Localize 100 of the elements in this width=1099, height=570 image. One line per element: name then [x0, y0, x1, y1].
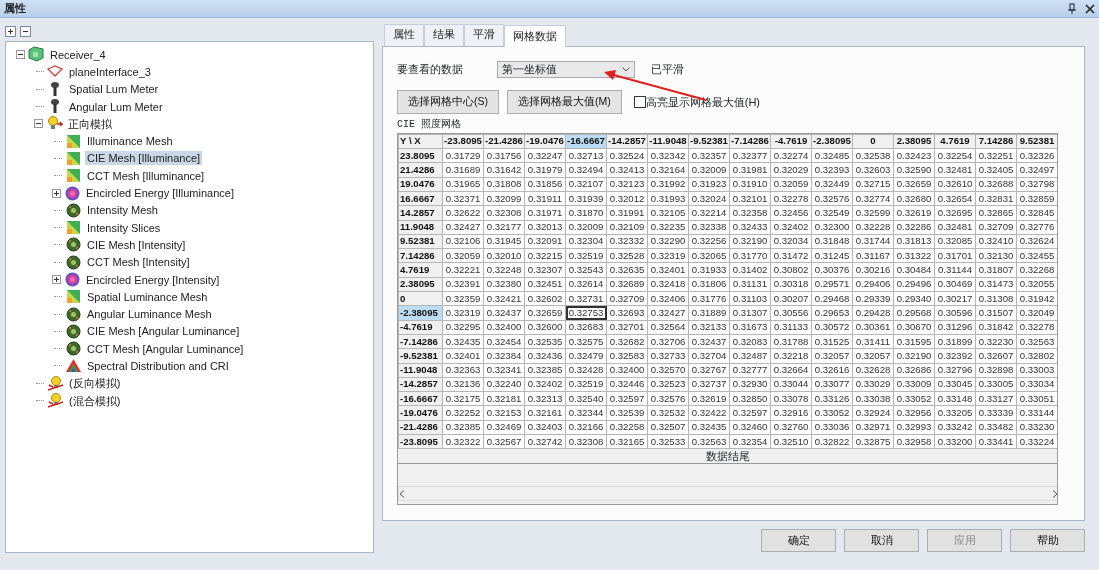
- table-cell: 0.32479: [565, 348, 607, 363]
- tree-item[interactable]: 正向模拟: [66, 116, 114, 131]
- tree-item[interactable]: Angular Luminance Mesh: [85, 307, 214, 322]
- column-header[interactable]: 7.14286: [975, 134, 1017, 149]
- table-cell: 0.32682: [606, 334, 648, 349]
- table-cell: 0.32704: [688, 348, 730, 363]
- table-cell: 0.32570: [647, 363, 689, 378]
- tree-item[interactable]: CIE Mesh [Intensity]: [85, 237, 188, 252]
- table-cell: 0.32392: [934, 348, 976, 363]
- tab[interactable]: 网格数据: [504, 25, 566, 47]
- tree-item[interactable]: (混合模拟): [67, 393, 123, 408]
- tree-item[interactable]: CIE Mesh [Illuminance]: [85, 151, 203, 166]
- table-cell: 0.32796: [934, 363, 976, 378]
- tree-item[interactable]: Illuminance Mesh: [85, 134, 175, 149]
- table-cell: 0.31939: [565, 191, 607, 206]
- table-cell: 0.32622: [442, 205, 484, 221]
- column-header[interactable]: -16.6667: [565, 134, 607, 149]
- column-header[interactable]: -19.0476: [524, 134, 566, 149]
- tab[interactable]: 属性: [384, 24, 424, 46]
- table-cell: 0.32009: [688, 162, 730, 178]
- tree-item[interactable]: CCT Mesh [Angular Luminance]: [85, 341, 246, 356]
- tree-item[interactable]: Intensity Mesh: [85, 203, 160, 218]
- tree-item[interactable]: CIE Mesh [Angular Luminance]: [85, 324, 242, 339]
- table-cell: 0.32689: [606, 277, 648, 292]
- table-cell: 0.32437: [483, 305, 525, 321]
- table-cell: 0.32010: [483, 248, 525, 263]
- table-cell: 0.32380: [483, 277, 525, 292]
- action-button[interactable]: 选择网格中心(S): [397, 89, 499, 114]
- dialog-button[interactable]: 取消: [844, 528, 919, 552]
- table-cell: 0.31870: [565, 205, 607, 221]
- dialog-button[interactable]: 确定: [761, 528, 836, 552]
- table-cell: 0.32822: [811, 434, 853, 449]
- column-header[interactable]: 4.7619: [934, 134, 976, 149]
- tree-item[interactable]: Spectral Distribution and CRI: [85, 359, 231, 373]
- table-cell: 0.32733: [647, 348, 689, 363]
- table-cell: 0.30361: [852, 320, 894, 335]
- tree-item[interactable]: Spatial Lum Meter: [67, 82, 161, 97]
- table-cell: 0.30216: [852, 262, 894, 278]
- table-cell: 0.32218: [770, 348, 812, 363]
- table-cell: 0.32533: [647, 434, 689, 449]
- table-cell: 0.32308: [483, 205, 525, 221]
- table-cell: 0.32235: [647, 220, 689, 235]
- dialog-button[interactable]: 帮助: [1010, 528, 1085, 552]
- table-cell: 0.32564: [647, 320, 689, 335]
- table-cell: 0.32635: [606, 262, 648, 278]
- column-header[interactable]: -9.52381: [688, 134, 730, 149]
- column-header[interactable]: -11.9048: [647, 134, 689, 149]
- column-header[interactable]: -14.2857: [606, 134, 648, 149]
- table-cell: 0.32400: [483, 320, 525, 335]
- tree-item[interactable]: planeInterface_3: [67, 64, 153, 79]
- tab[interactable]: 平滑: [464, 24, 504, 46]
- tree-item[interactable]: Encircled Energy [Illuminance]: [84, 186, 236, 200]
- column-header[interactable]: 2.38095: [893, 134, 935, 149]
- tree-item[interactable]: Encircled Energy [Intensity]: [84, 272, 222, 287]
- tree-item[interactable]: Angular Lum Meter: [67, 99, 165, 114]
- table-cell: 0.32563: [688, 434, 730, 449]
- table-cell: 0.32423: [893, 148, 935, 163]
- table-cell: 0.32101: [729, 191, 771, 206]
- tree-item[interactable]: Intensity Slices: [85, 220, 163, 235]
- table-cell: 0.32319: [442, 305, 484, 321]
- column-header[interactable]: -23.8095: [442, 134, 484, 149]
- tree-item[interactable]: Spatial Luminance Mesh: [85, 289, 210, 304]
- column-header: Y \ X: [398, 134, 443, 149]
- table-cell: 0.31991: [606, 205, 648, 221]
- tree-item[interactable]: CCT Mesh [Illuminance]: [85, 168, 207, 183]
- table-cell: 0.32214: [688, 205, 730, 221]
- tree-item[interactable]: CCT Mesh [Intensity]: [85, 255, 192, 270]
- table-cell: 0.32278: [770, 191, 812, 206]
- table-cell: 0.32307: [524, 262, 566, 278]
- tree-item[interactable]: Receiver_4: [48, 47, 108, 62]
- table-cell: 0.32597: [729, 405, 771, 421]
- grid-caption: CIE 照度网格: [397, 117, 462, 132]
- table-cell: 0.32865: [975, 205, 1017, 221]
- table-cell: 0.33044: [770, 377, 812, 392]
- table-cell: 0.32384: [483, 348, 525, 363]
- action-button[interactable]: 选择网格最大值(M): [507, 89, 622, 114]
- column-header[interactable]: -21.4286: [483, 134, 525, 149]
- table-cell: 0.33052: [893, 391, 935, 406]
- table-cell: 0.30207: [770, 291, 812, 306]
- column-header[interactable]: -2.38095: [811, 134, 853, 149]
- table-cell: 0.32654: [934, 191, 976, 206]
- table-cell: 0.32359: [442, 291, 484, 306]
- table-cell: 0.32619: [688, 391, 730, 406]
- table-cell: 0.31933: [688, 262, 730, 278]
- column-header[interactable]: -4.7619: [770, 134, 812, 149]
- tab[interactable]: 结果: [424, 24, 464, 46]
- table-cell: 0.32363: [442, 363, 484, 378]
- tree-item[interactable]: (反向模拟): [67, 376, 123, 391]
- column-header[interactable]: 9.52381: [1016, 134, 1057, 149]
- table-cell: 0.32300: [811, 220, 853, 235]
- table-cell: 0.29340: [893, 291, 935, 306]
- table-cell: 0.32576: [647, 391, 689, 406]
- table-cell: 0.33077: [811, 377, 853, 392]
- column-header[interactable]: -7.14286: [729, 134, 771, 149]
- column-header[interactable]: 0: [852, 134, 894, 149]
- table-cell: 0.32107: [565, 177, 607, 192]
- table-cell: 0.32767: [688, 363, 730, 378]
- table-cell: 0.32437: [688, 334, 730, 349]
- data-dropdown[interactable]: 第一坐标值: [497, 60, 635, 78]
- table-cell: 0.32251: [975, 148, 1017, 163]
